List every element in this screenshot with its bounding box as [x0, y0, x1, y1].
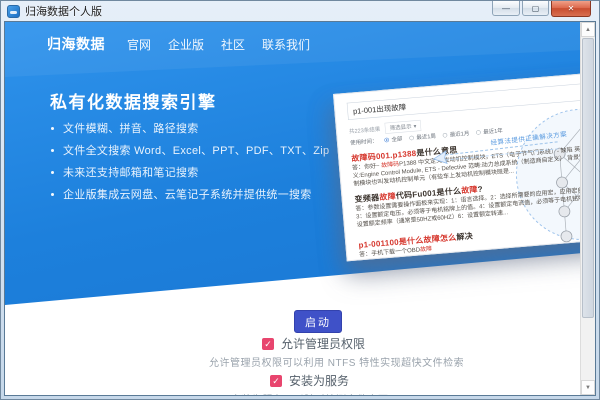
- checkbox-checked-icon[interactable]: ✓: [270, 374, 282, 387]
- main-content: 归海数据 官网 企业版 社区 联系我们 私有化数据搜索引擎 文件模糊、拼音、路径…: [4, 21, 596, 396]
- feature-list: 文件模糊、拼音、路径搜索 文件全文搜索 Word、Excel、PPT、PDF、T…: [51, 120, 329, 208]
- radio-label[interactable]: 全部: [391, 134, 403, 143]
- nav-item-official-site[interactable]: 官网: [127, 36, 151, 53]
- brand-logo[interactable]: 归海数据: [47, 34, 105, 54]
- radio-label[interactable]: 最近1月: [449, 129, 470, 139]
- window-title: 归海数据个人版: [25, 6, 102, 18]
- radio-last-week[interactable]: [409, 135, 415, 141]
- checkbox-label[interactable]: 安装为服务: [289, 372, 349, 389]
- minimize-button[interactable]: —: [492, 1, 520, 16]
- nav-item-enterprise[interactable]: 企业版: [168, 36, 204, 53]
- install-service-option[interactable]: ✓ 安装为服务: [270, 372, 349, 389]
- maximize-button[interactable]: ▢: [522, 1, 549, 16]
- radio-label[interactable]: 最近1年: [483, 126, 503, 136]
- filter-dropdown[interactable]: 筛选显示 ▾: [384, 119, 422, 134]
- vertical-scrollbar[interactable]: ▲ ▼: [580, 22, 595, 395]
- list-item: 未来还支持邮箱和笔记搜索: [51, 164, 329, 180]
- list-item: 文件全文搜索 Word、Excel、PPT、PDF、TXT、Zip: [51, 142, 329, 158]
- filter-label: 筛选显示: [389, 123, 412, 132]
- feature-text: 企业版集成云网盘、云笔记子系统并提供统一搜索: [63, 189, 312, 201]
- scroll-down-icon[interactable]: ▼: [581, 380, 595, 395]
- admin-permission-hint: 允许管理员权限可以利用 NTFS 特性实现超快文件检索: [209, 358, 465, 369]
- scrollbar-thumb[interactable]: [582, 38, 594, 318]
- checkbox-label[interactable]: 允许管理员权限: [281, 335, 365, 352]
- chevron-down-icon: ▾: [413, 123, 417, 130]
- list-item: 企业版集成云网盘、云笔记子系统并提供统一搜索: [51, 186, 329, 202]
- radio-last-year[interactable]: [476, 129, 481, 135]
- result-count: 共223条结果: [348, 126, 381, 135]
- feature-text: 未来还支持邮箱和笔记搜索: [63, 167, 199, 179]
- close-button[interactable]: ✕: [551, 1, 591, 17]
- window-controls: — ▢ ✕: [490, 1, 591, 17]
- nav-item-contact[interactable]: 联系我们: [262, 36, 310, 53]
- time-filter-label: 使用时间：: [349, 138, 378, 147]
- nav-item-community[interactable]: 社区: [221, 36, 245, 53]
- bullet-dot-icon: [51, 126, 54, 130]
- app-icon: [7, 4, 20, 18]
- title-bar[interactable]: 归海数据个人版 — ▢ ✕: [1, 1, 599, 21]
- radio-last-month[interactable]: [442, 132, 448, 138]
- app-window: 归海数据个人版 — ▢ ✕ 归海数据 官网 企业版 社区 联系我们 私有化数据搜…: [0, 0, 600, 400]
- search-preview-card: 搜索 共223条结果 筛选显示 ▾ 使用时间： 全部 最近1周 最近1月 最近1…: [333, 69, 595, 262]
- launch-button[interactable]: 启动: [294, 310, 342, 333]
- feature-text: 文件全文搜索 Word、Excel、PPT、PDF、TXT、Zip: [63, 145, 330, 157]
- bullet-dot-icon: [51, 192, 54, 196]
- nav-bar: 归海数据 官网 企业版 社区 联系我们: [47, 34, 327, 54]
- checkbox-checked-icon[interactable]: ✓: [262, 337, 274, 350]
- radio-label[interactable]: 最近1周: [416, 132, 436, 142]
- bullet-dot-icon: [51, 170, 54, 174]
- radio-all[interactable]: [384, 137, 390, 143]
- admin-permission-option[interactable]: ✓ 允许管理员权限: [262, 335, 365, 352]
- install-service-hint: 安装为服务可以随时检测文件变更: [231, 391, 389, 395]
- hero-title: 私有化数据搜索引擎: [50, 93, 217, 112]
- feature-text: 文件模糊、拼音、路径搜索: [63, 123, 199, 135]
- bullet-dot-icon: [51, 148, 54, 152]
- list-item: 文件模糊、拼音、路径搜索: [51, 120, 329, 136]
- scroll-up-icon[interactable]: ▲: [581, 22, 595, 37]
